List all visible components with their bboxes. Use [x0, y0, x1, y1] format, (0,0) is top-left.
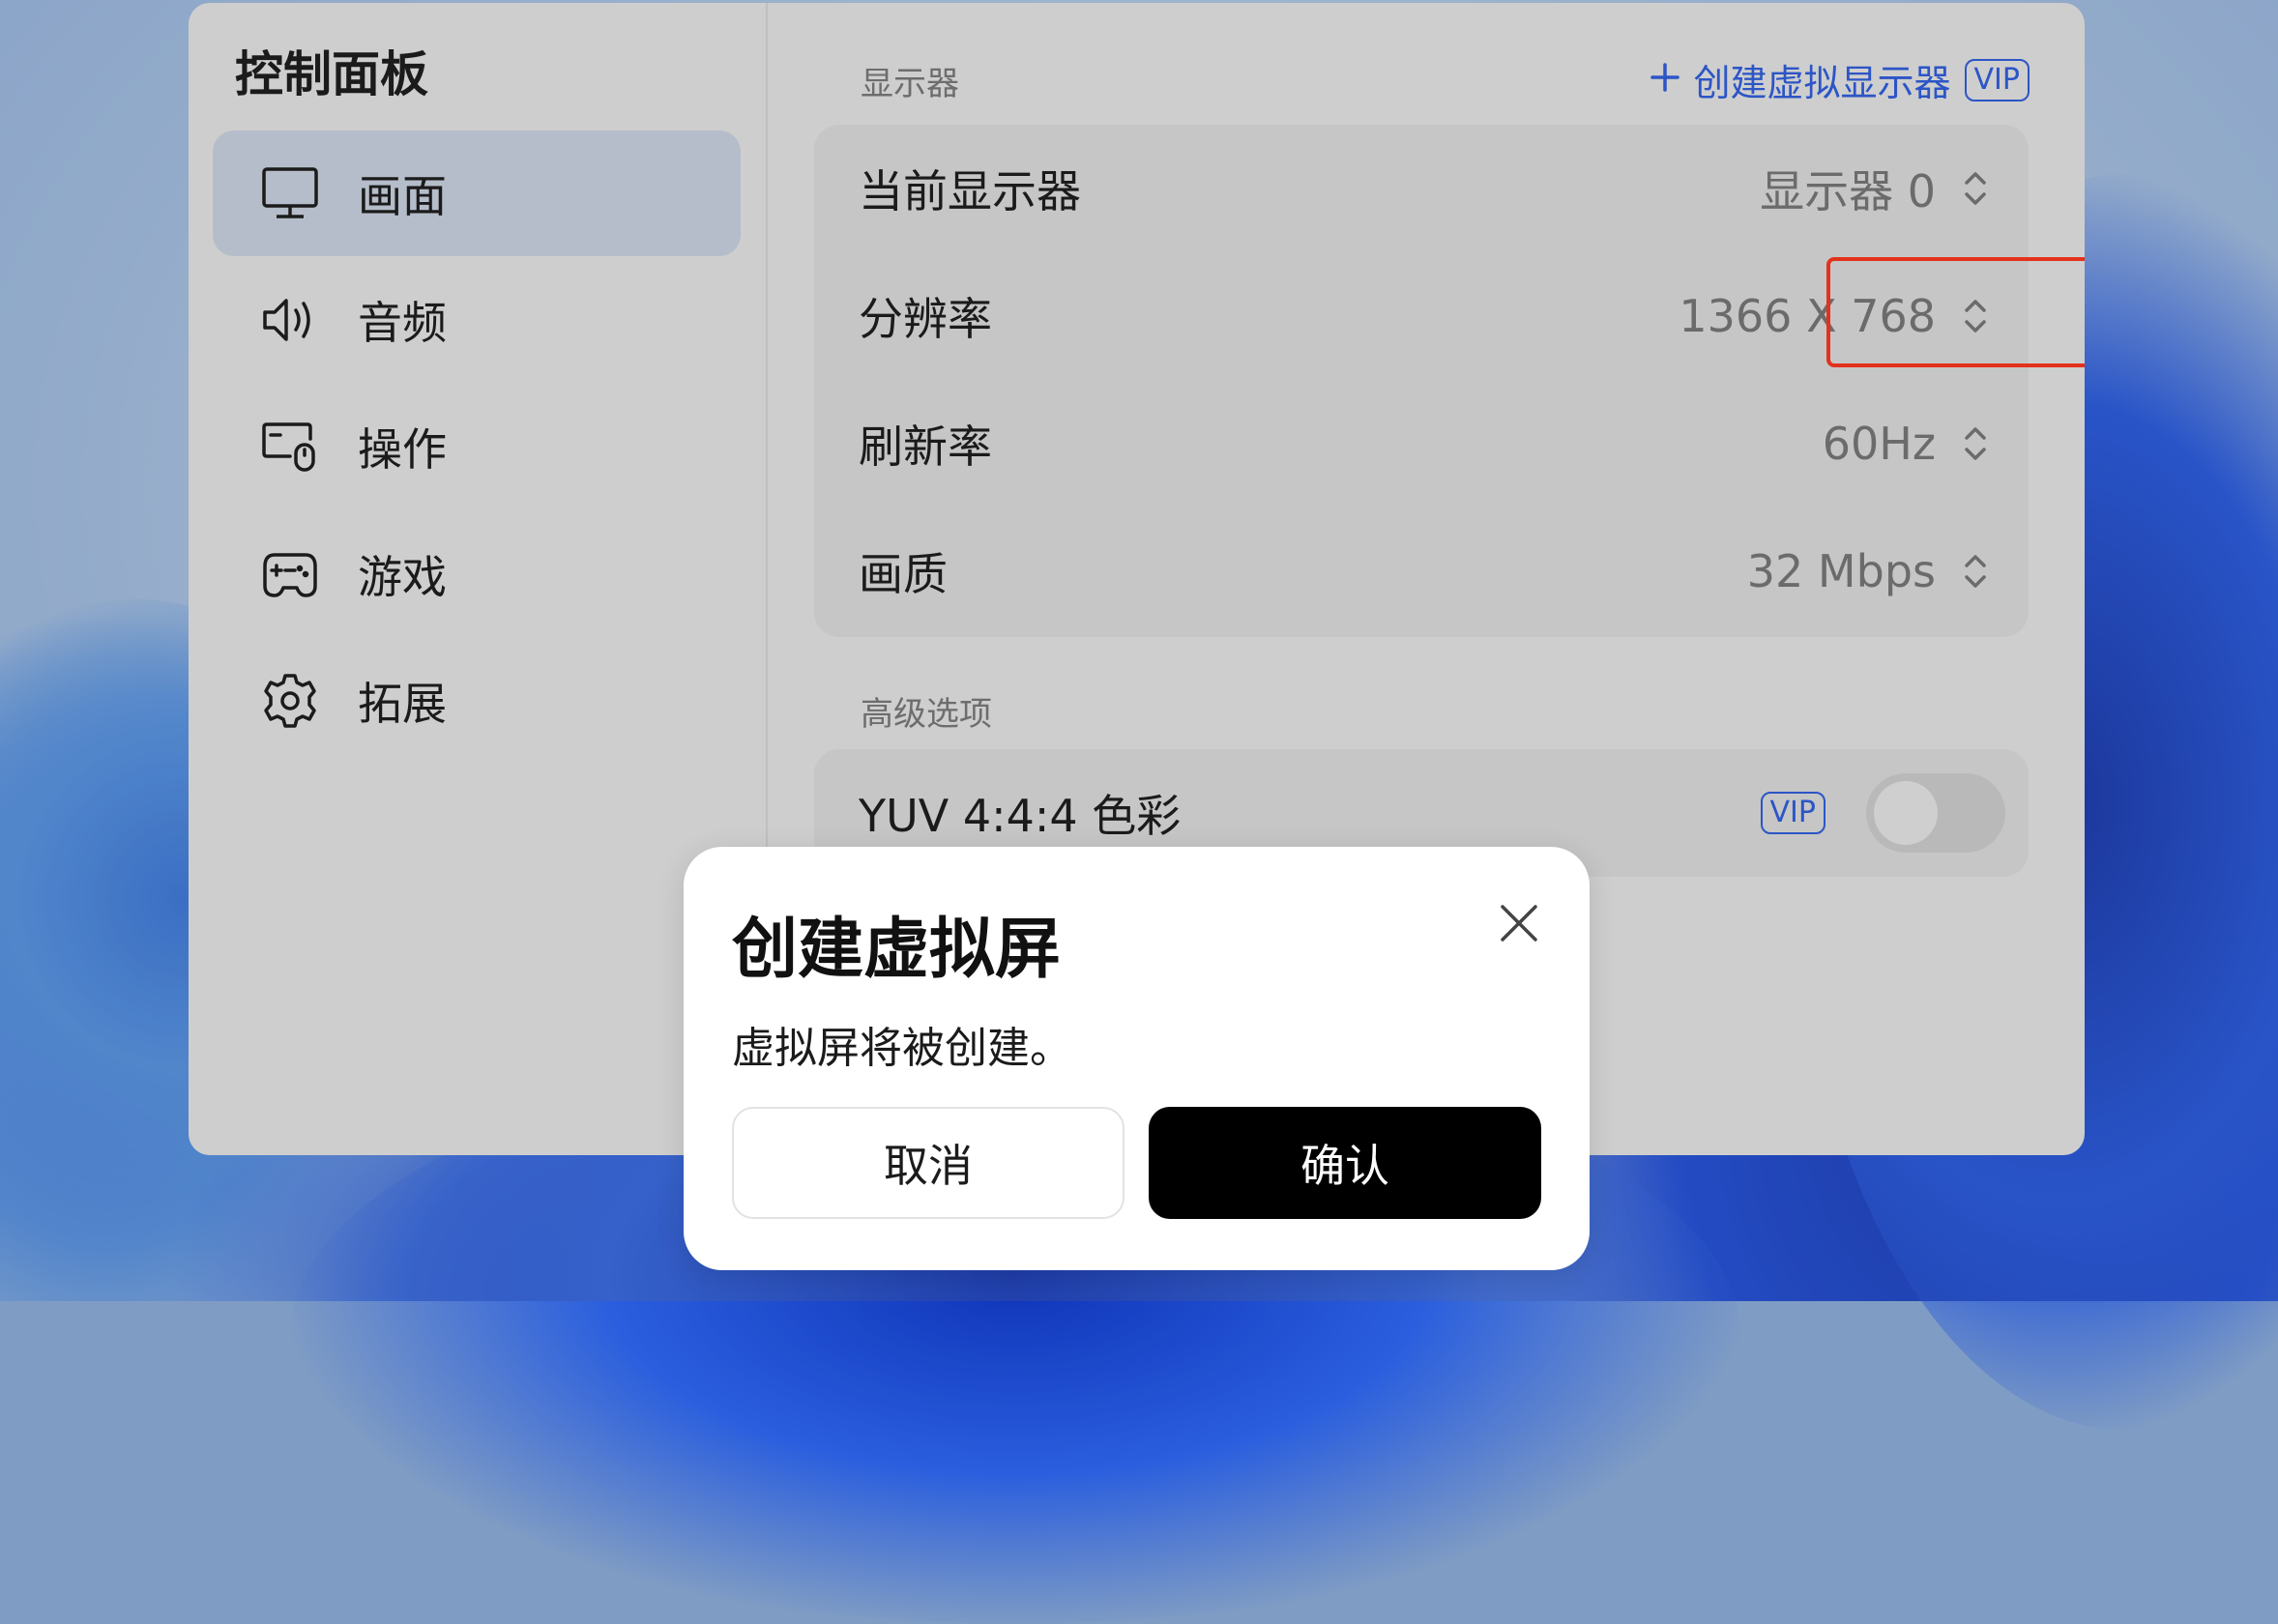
gamepad-icon: [261, 545, 319, 603]
sidebar-item-audio[interactable]: 音频: [213, 257, 741, 383]
sidebar-item-games[interactable]: 游戏: [213, 511, 741, 637]
vip-badge: VIP: [1964, 58, 2030, 102]
quality-value[interactable]: 32 Mbps: [1747, 545, 1936, 597]
gear-icon: [261, 672, 319, 730]
sidebar-item-extensions[interactable]: 拓展: [213, 638, 741, 764]
vip-badge: VIP: [1760, 792, 1825, 834]
sidebar-item-label: 游戏: [358, 551, 447, 603]
sidebar-item-controls[interactable]: 操作: [213, 384, 741, 509]
confirm-button[interactable]: 确认: [1149, 1107, 1541, 1219]
resolution-highlight-box: [1826, 257, 2085, 367]
speaker-icon: [261, 291, 319, 349]
advanced-section-label: 高级选项: [861, 695, 992, 734]
quality-label: 画质: [859, 548, 948, 600]
refresh-rate-label: 刷新率: [859, 420, 992, 473]
sidebar-item-display[interactable]: 画面: [213, 130, 741, 256]
sidebar-title: 控制面板: [235, 46, 428, 102]
yuv-label: YUV 4:4:4 色彩: [859, 790, 1182, 842]
current-display-row[interactable]: 当前显示器 显示器 0: [814, 125, 2029, 252]
quality-row[interactable]: 画质 32 Mbps: [814, 508, 2029, 635]
dialog-message: 虚拟屏将被创建。: [732, 1024, 1072, 1073]
yuv-toggle[interactable]: [1866, 773, 2005, 853]
display-section-label: 显示器: [861, 65, 959, 103]
toggle-knob: [1874, 781, 1938, 845]
chevron-updown-icon[interactable]: [1961, 550, 1990, 593]
plus-icon: [1650, 59, 1680, 102]
sidebar-item-label: 拓展: [358, 678, 447, 730]
chevron-updown-icon[interactable]: [1961, 422, 1990, 465]
current-display-value[interactable]: 显示器 0: [1760, 157, 1936, 220]
close-icon[interactable]: [1497, 901, 1541, 945]
sidebar-item-label: 操作: [358, 423, 447, 476]
current-display-label: 当前显示器: [859, 165, 1081, 218]
mouse-keyboard-icon: [261, 418, 319, 476]
create-virtual-screen-dialog: 创建虚拟屏 虚拟屏将被创建。 取消 确认: [684, 847, 1590, 1270]
refresh-rate-row[interactable]: 刷新率 60Hz: [814, 380, 2029, 508]
cancel-button[interactable]: 取消: [732, 1107, 1124, 1219]
sidebar-item-label: 音频: [358, 297, 447, 349]
display-settings-group: 当前显示器 显示器 0 分辨率 1366 X 768 刷新率 60Hz 画质 3…: [814, 125, 2029, 637]
dialog-title: 创建虚拟屏: [732, 912, 1062, 988]
refresh-rate-value[interactable]: 60Hz: [1823, 418, 1936, 470]
sidebar-item-label: 画面: [358, 170, 447, 222]
monitor-icon: [261, 164, 319, 222]
resolution-label: 分辨率: [859, 293, 992, 345]
create-virtual-display-label: 创建虚拟显示器: [1693, 62, 1951, 104]
create-virtual-display-link[interactable]: 创建虚拟显示器 VIP: [1650, 53, 2030, 106]
sidebar: 控制面板 画面 音频 操作 游戏 拓展: [189, 3, 768, 1155]
chevron-updown-icon[interactable]: [1961, 167, 1990, 210]
